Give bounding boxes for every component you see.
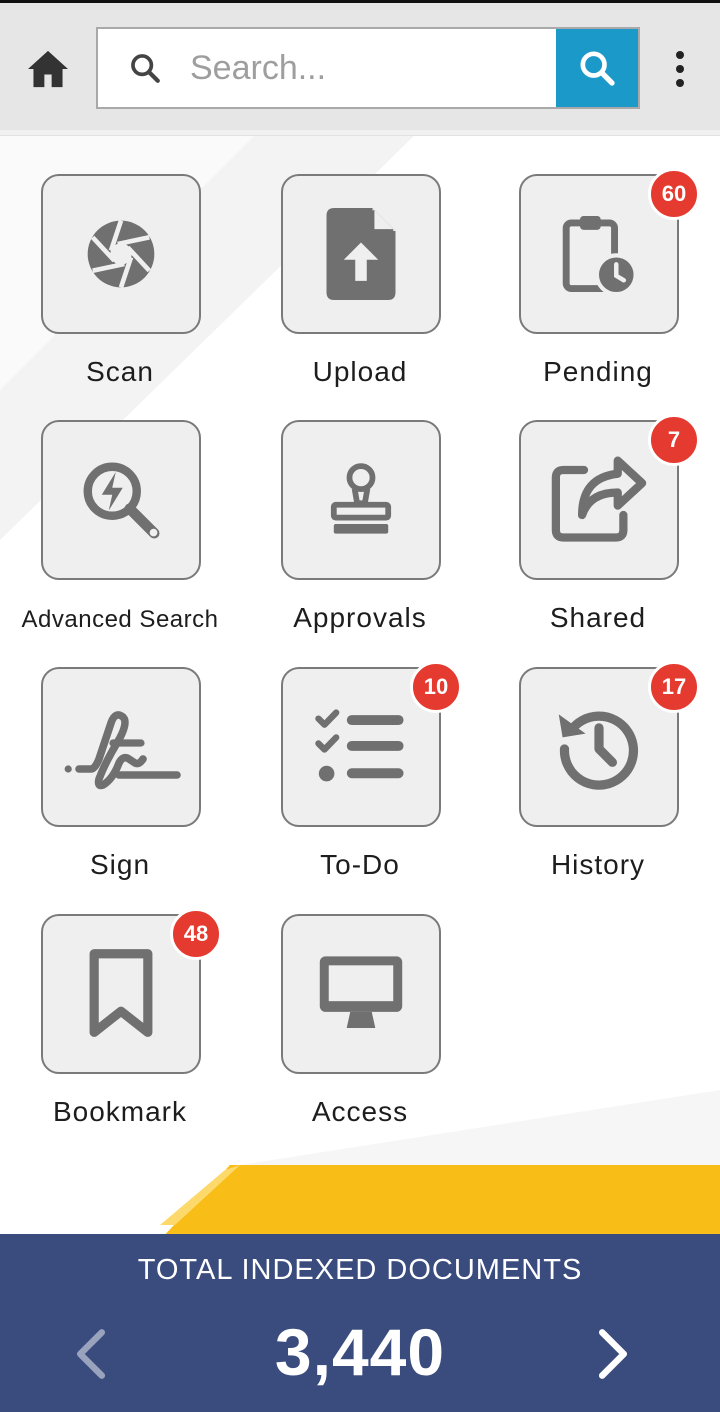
tile-label: Pending bbox=[543, 356, 653, 387]
search-bar bbox=[96, 27, 640, 109]
history-icon bbox=[558, 711, 639, 790]
tile-label: To-Do bbox=[320, 849, 400, 880]
search-icon bbox=[131, 54, 160, 83]
checklist-icon bbox=[315, 709, 404, 782]
panel-title: TOTAL INDEXED DOCUMENTS bbox=[137, 1254, 583, 1286]
search-icon bbox=[580, 51, 615, 86]
tile-label: Bookmark bbox=[52, 1096, 188, 1127]
bookmark-icon bbox=[89, 949, 153, 1037]
monitor-icon bbox=[319, 956, 403, 1029]
header-divider bbox=[0, 130, 720, 136]
previous-button[interactable] bbox=[66, 1324, 116, 1384]
shared-count-badge: 7 bbox=[648, 414, 700, 466]
tile-upload-button[interactable] bbox=[281, 174, 441, 334]
bookmark-count-badge: 48 bbox=[170, 908, 222, 960]
tile-shared[interactable]: Shared 7 bbox=[478, 414, 718, 650]
clipboard-clock-icon bbox=[562, 216, 637, 296]
home-button[interactable] bbox=[24, 47, 72, 91]
share-icon bbox=[551, 456, 647, 542]
next-button[interactable] bbox=[588, 1324, 638, 1384]
search-submit-button[interactable] bbox=[556, 29, 638, 107]
tile-approvals-button[interactable] bbox=[281, 420, 441, 580]
tile-label: Advanced Search bbox=[21, 606, 219, 633]
tile-bookmark[interactable]: Bookmark 48 bbox=[0, 908, 240, 1144]
app-header bbox=[0, 0, 720, 130]
history-count-badge: 17 bbox=[648, 661, 700, 713]
tile-label: Shared bbox=[549, 602, 647, 633]
tile-label: Access bbox=[311, 1096, 409, 1127]
tile-todo[interactable]: To-Do 10 bbox=[240, 661, 480, 897]
total-documents-count: 3,440 bbox=[274, 1315, 446, 1389]
tile-scan-button[interactable] bbox=[41, 174, 201, 334]
todo-count-badge: 10 bbox=[410, 661, 462, 713]
signature-icon bbox=[64, 711, 181, 790]
document-count-panel: TOTAL INDEXED DOCUMENTS 3,440 bbox=[0, 1234, 720, 1412]
tile-upload[interactable]: Upload bbox=[240, 174, 480, 404]
tile-label: History bbox=[550, 849, 646, 880]
tile-pending[interactable]: Pending 60 bbox=[478, 168, 718, 404]
tile-scan[interactable]: Scan bbox=[0, 174, 240, 404]
tile-label: Sign bbox=[89, 849, 151, 880]
chevron-right-icon bbox=[598, 1329, 628, 1379]
tile-label: Upload bbox=[312, 356, 408, 387]
tile-label: Approvals bbox=[293, 602, 427, 633]
more-vertical-icon bbox=[676, 51, 684, 59]
tile-sign[interactable]: Sign bbox=[0, 667, 240, 897]
more-options-button[interactable] bbox=[664, 47, 696, 91]
tile-sign-button[interactable] bbox=[41, 667, 201, 827]
file-upload-icon bbox=[326, 208, 396, 300]
tile-access[interactable]: Access bbox=[240, 914, 480, 1144]
pending-count-badge: 60 bbox=[648, 168, 700, 220]
tile-history[interactable]: History 17 bbox=[478, 661, 718, 897]
search-input[interactable] bbox=[190, 39, 550, 97]
tile-label: Scan bbox=[86, 356, 154, 387]
home-icon bbox=[28, 50, 68, 88]
chevron-left-icon bbox=[76, 1329, 106, 1379]
stamp-icon bbox=[330, 463, 392, 534]
tile-access-button[interactable] bbox=[281, 914, 441, 1074]
search-lightning-icon bbox=[83, 462, 160, 539]
tile-advanced-search-button[interactable] bbox=[41, 420, 201, 580]
camera-shutter-icon bbox=[87, 219, 155, 289]
tile-approvals[interactable]: Approvals bbox=[240, 420, 480, 650]
tile-advanced-search[interactable]: Advanced Search bbox=[0, 420, 240, 650]
